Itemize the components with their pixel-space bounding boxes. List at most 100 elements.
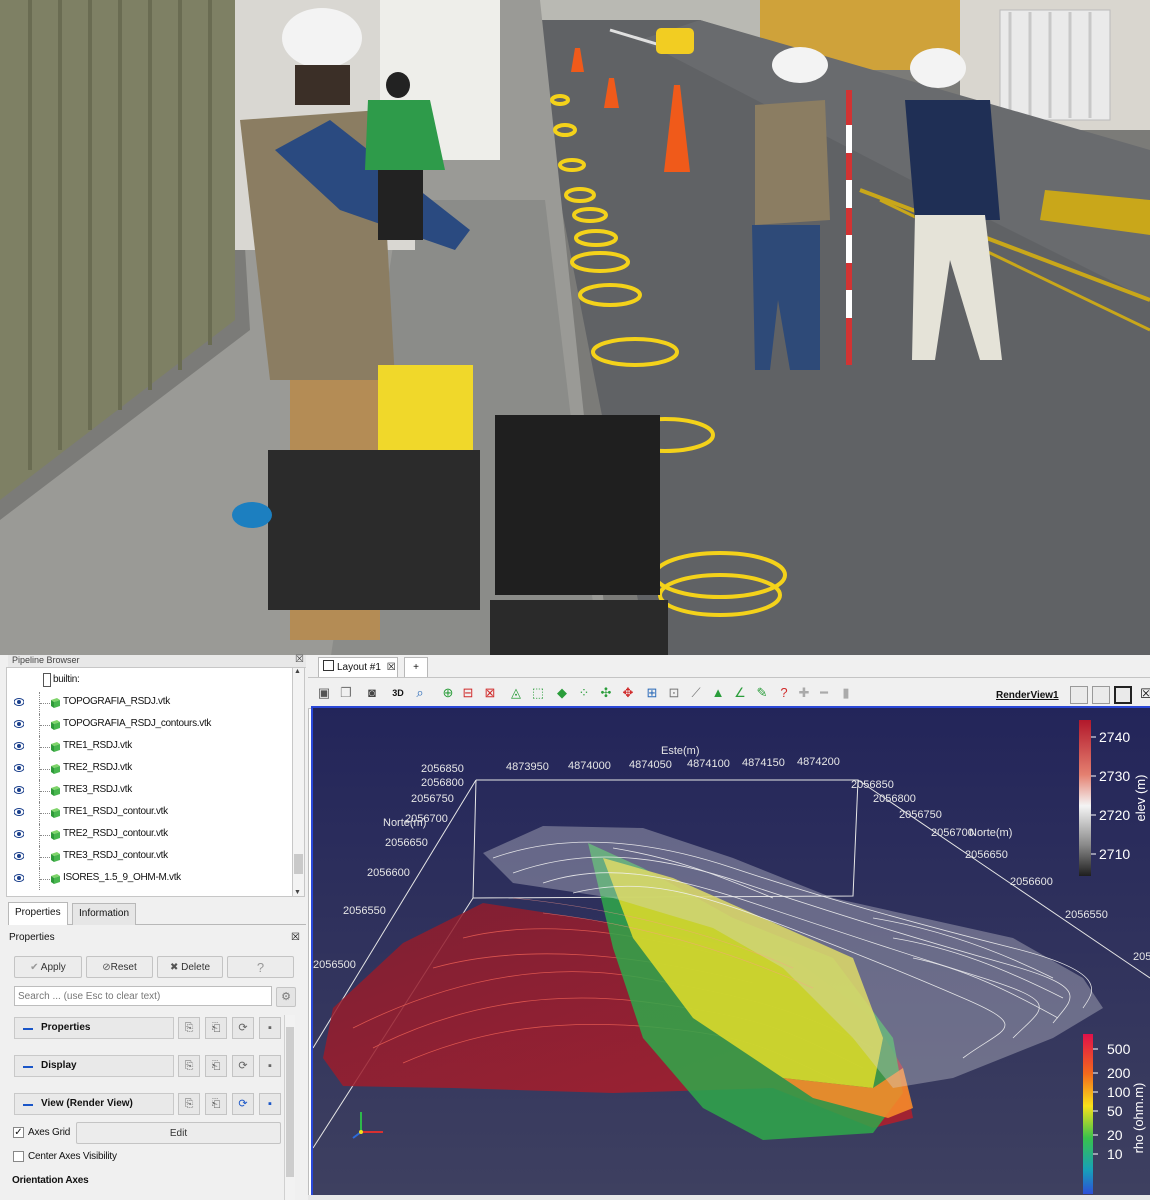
section-display[interactable]: Display <box>14 1055 174 1077</box>
visibility-eye-icon[interactable] <box>14 742 24 750</box>
apply-button[interactable]: ✔ Apply <box>14 956 82 978</box>
save-icon[interactable]: ▪ <box>259 1055 281 1077</box>
edit-button[interactable]: Edit <box>76 1122 281 1144</box>
interactive-select-icon[interactable]: ⁘ <box>576 685 592 701</box>
pipeline-item[interactable]: TOPOGRAFIA_RSDJ.vtk <box>7 692 293 714</box>
select-cells-icon[interactable]: ⊠ <box>482 685 498 701</box>
delete-icon: ✖ <box>169 962 179 973</box>
render-view-name[interactable]: RenderView1 <box>996 690 1059 701</box>
properties-scrollbar[interactable] <box>284 1015 295 1200</box>
pipeline-item[interactable]: TRE3_RSDJ.vtk <box>7 780 293 802</box>
add-layout-button[interactable]: + <box>404 657 428 677</box>
select-frustum-icon[interactable]: ⬚ <box>530 685 546 701</box>
tab-properties[interactable]: Properties <box>8 902 68 925</box>
scroll-thumb[interactable] <box>294 854 303 874</box>
render-view[interactable]: Este(m) Norte(m) Norte(m) 4873950 4874000… <box>311 706 1150 1197</box>
scroll-down-icon[interactable]: ▼ <box>294 889 301 896</box>
view-mode-3d-button[interactable]: 3D <box>390 685 406 701</box>
axes-grid-checkbox[interactable]: ✓ <box>13 1127 24 1138</box>
visibility-eye-icon[interactable] <box>14 874 24 882</box>
capture-icon[interactable]: ▣ <box>316 685 332 701</box>
reload-icon[interactable]: ⟳ <box>232 1017 254 1039</box>
collapse-icon[interactable] <box>23 1104 33 1106</box>
elevation-tick-label: 2720 <box>1099 807 1130 823</box>
split-vertical-icon[interactable] <box>1092 686 1110 704</box>
close-icon[interactable]: ☒ <box>295 654 304 665</box>
copy-icon[interactable]: ❐ <box>338 685 354 701</box>
clear-selection-icon[interactable]: ⟋ <box>688 685 704 701</box>
section-view[interactable]: View (Render View) <box>14 1093 174 1115</box>
elevation-tick-label: 2740 <box>1099 729 1130 745</box>
close-icon[interactable]: ☒ <box>387 662 396 673</box>
reload-icon[interactable]: ⟳ <box>232 1093 254 1115</box>
copy-icon[interactable]: ⎘ <box>178 1017 200 1039</box>
paste-icon[interactable]: ⎗ <box>205 1055 227 1077</box>
paste-icon[interactable]: ⎗ <box>205 1093 227 1115</box>
pipeline-item[interactable]: TOPOGRAFIA_RSDJ_contours.vtk <box>7 714 293 736</box>
pipeline-item[interactable]: TRE3_RSDJ_contour.vtk <box>7 846 293 868</box>
pipeline-item[interactable]: TRE1_RSDJ.vtk <box>7 736 293 758</box>
pipeline-item[interactable]: TRE2_RSDJ_contour.vtk <box>7 824 293 846</box>
select-block-icon[interactable]: ◆ <box>554 685 570 701</box>
dataset-cube-icon <box>51 742 60 752</box>
hover-points-icon[interactable]: ✣ <box>598 685 614 701</box>
pipeline-scrollbar[interactable]: ▲ ▼ <box>292 667 305 897</box>
tab-information[interactable]: Information <box>72 903 137 925</box>
visibility-eye-icon[interactable] <box>14 764 24 772</box>
close-icon[interactable]: ☒ <box>1138 686 1150 702</box>
scroll-up-icon[interactable]: ▲ <box>294 668 301 675</box>
add-icon[interactable]: ✚ <box>796 685 812 701</box>
query-icon[interactable]: ? <box>776 685 792 701</box>
grow-selection-icon[interactable]: ⊞ <box>644 685 660 701</box>
zoom-icon[interactable]: ⌕ <box>412 685 428 701</box>
remove-icon[interactable]: ━ <box>816 685 832 701</box>
visibility-eye-icon[interactable] <box>14 830 24 838</box>
delete-button[interactable]: ✖ Delete <box>157 956 223 978</box>
x-tick-label: 4874050 <box>629 759 672 771</box>
properties-search-input[interactable]: Search ... (use Esc to clear text) <box>14 986 272 1006</box>
angle-icon[interactable]: ∠ <box>732 685 748 701</box>
deselect-icon[interactable]: ⊟ <box>460 685 476 701</box>
scroll-thumb[interactable] <box>286 1027 294 1177</box>
copy-icon[interactable]: ⎘ <box>178 1093 200 1115</box>
hover-cells-icon[interactable]: ✥ <box>620 685 636 701</box>
pipeline-browser-list: builtin: TOPOGRAFIA_RSDJ.vtk TOPOGRAFIA_R… <box>6 667 294 897</box>
gear-icon[interactable]: ⚙ <box>276 987 296 1007</box>
maximize-icon[interactable] <box>1114 686 1132 704</box>
collapse-icon[interactable] <box>23 1028 33 1030</box>
select-points-icon[interactable]: ⊕ <box>440 685 456 701</box>
section-properties[interactable]: Properties <box>14 1017 174 1039</box>
reset-button[interactable]: ⊘Reset <box>86 956 153 978</box>
dataset-cube-icon <box>51 720 60 730</box>
trash-icon[interactable]: ▮ <box>838 685 854 701</box>
visibility-eye-icon[interactable] <box>14 698 24 706</box>
visibility-eye-icon[interactable] <box>14 808 24 816</box>
pipeline-root[interactable]: builtin: <box>7 670 293 692</box>
tab-layout-1[interactable]: Layout #1 ☒ <box>318 657 398 677</box>
status-strip <box>308 1195 1150 1200</box>
save-icon[interactable]: ▪ <box>259 1093 281 1115</box>
close-icon[interactable]: ☒ <box>291 932 300 943</box>
visibility-eye-icon[interactable] <box>14 852 24 860</box>
save-icon[interactable]: ▪ <box>259 1017 281 1039</box>
pipeline-item[interactable]: TRE1_RSDJ_contour.vtk <box>7 802 293 824</box>
pipeline-item[interactable]: TRE2_RSDJ.vtk <box>7 758 293 780</box>
ruler-icon[interactable]: ▲ <box>710 685 726 701</box>
paste-icon[interactable]: ⎗ <box>205 1017 227 1039</box>
axes-grid-label: Axes Grid <box>28 1127 71 1138</box>
help-button[interactable]: ? <box>227 956 294 978</box>
copy-icon[interactable]: ⎘ <box>178 1055 200 1077</box>
visibility-eye-icon[interactable] <box>14 786 24 794</box>
pipeline-item[interactable]: ISORES_1.5_9_OHM-M.vtk <box>7 868 293 890</box>
camera-icon[interactable]: ◙ <box>364 685 380 701</box>
center-axes-checkbox[interactable] <box>13 1151 24 1162</box>
visibility-eye-icon[interactable] <box>14 720 24 728</box>
section-label: Display <box>41 1060 77 1071</box>
polyline-icon[interactable]: ✎ <box>754 685 770 701</box>
reload-icon[interactable]: ⟳ <box>232 1055 254 1077</box>
shrink-selection-icon[interactable]: ⊡ <box>666 685 682 701</box>
split-horizontal-icon[interactable] <box>1070 686 1088 704</box>
select-triangle-icon[interactable]: ◬ <box>508 685 524 701</box>
collapse-icon[interactable] <box>23 1066 33 1068</box>
render-canvas[interactable]: Este(m) Norte(m) Norte(m) 4873950 4874000… <box>313 708 1150 1195</box>
